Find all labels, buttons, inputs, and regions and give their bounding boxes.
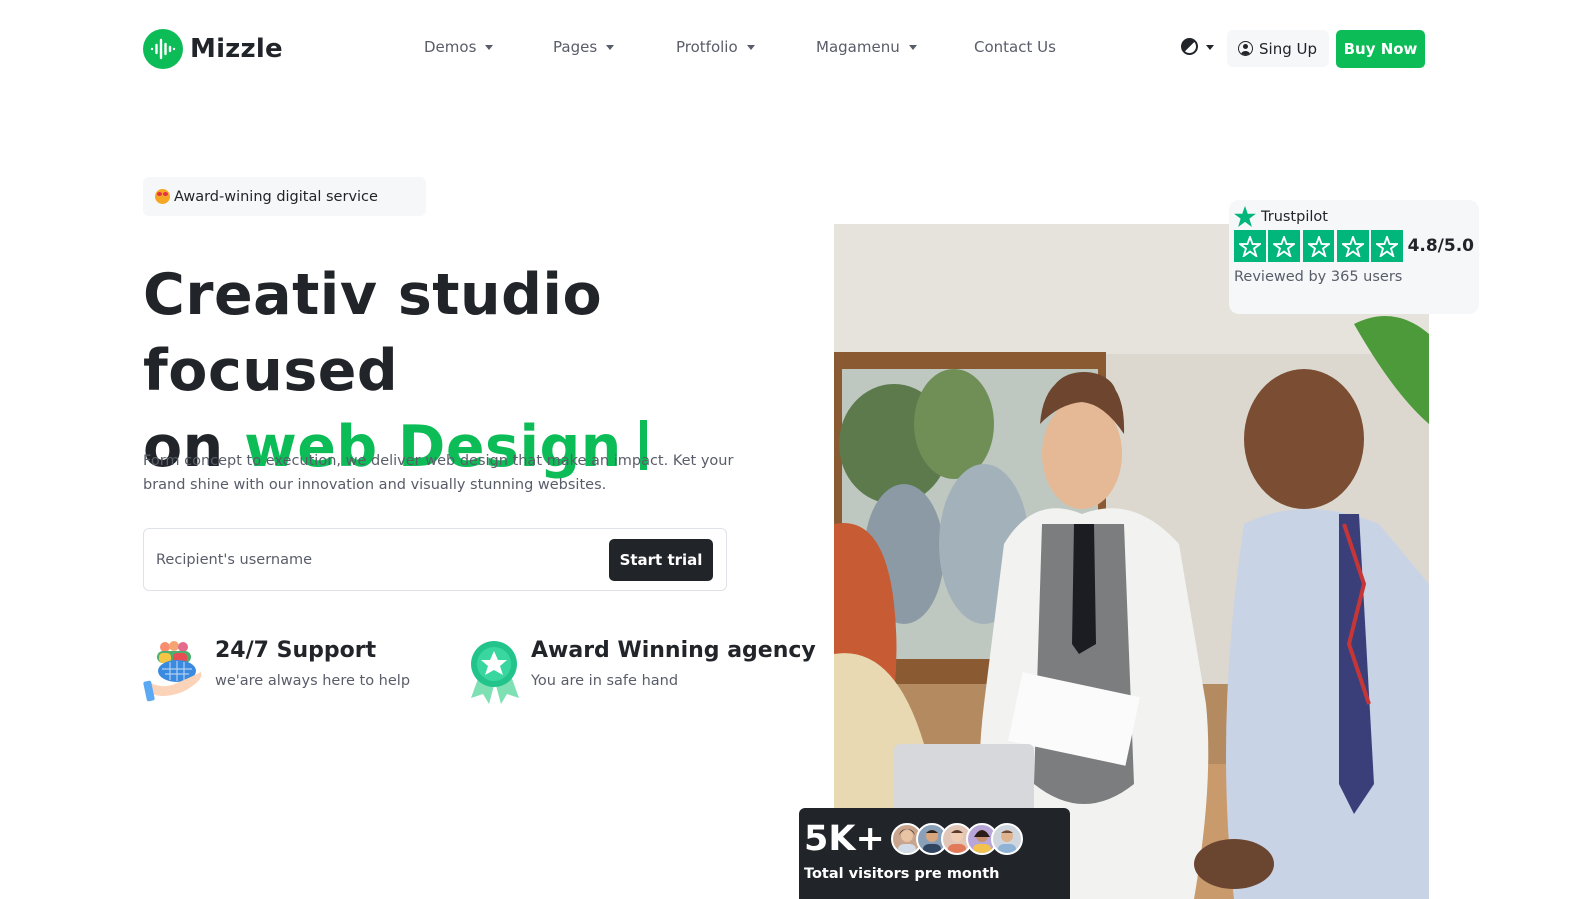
star-eyes-emoji-icon — [155, 189, 170, 204]
star-icon — [1234, 230, 1266, 262]
theme-toggle[interactable] — [1181, 38, 1214, 55]
trial-form: Start trial — [143, 528, 727, 591]
user-icon — [1238, 41, 1253, 56]
award-badge-icon — [463, 638, 527, 704]
caret-down-icon — [1206, 44, 1214, 50]
support-hand-icon — [143, 638, 207, 702]
trustpilot-card: Trustpilot 4.8/5.0 Reviewed by 365 users — [1229, 200, 1479, 314]
star-icon — [1302, 230, 1335, 262]
signup-label: Sing Up — [1259, 39, 1317, 58]
trustpilot-header: Trustpilot — [1234, 206, 1474, 227]
feature-title: Award Winning agency — [531, 638, 816, 663]
buy-now-button[interactable]: Buy Now — [1336, 30, 1425, 68]
feature-subtitle: we'are always here to help — [215, 673, 411, 689]
feature-title: 24/7 Support — [215, 638, 377, 663]
avatar-group — [890, 823, 1023, 855]
nav-item-demos[interactable]: Demos — [424, 38, 494, 56]
nav-item-label: Protfolio — [676, 38, 738, 56]
half-circle-contrast-icon — [1181, 38, 1198, 55]
caret-down-icon — [606, 45, 615, 50]
nav-item-portfolio[interactable]: Protfolio — [676, 38, 755, 56]
nav-item-pages[interactable]: Pages — [553, 38, 615, 56]
award-badge-text: Award-wining digital service — [174, 188, 378, 205]
avatar — [990, 823, 1023, 855]
visitors-count: 5K+ — [804, 819, 885, 859]
caret-down-icon — [908, 45, 917, 50]
signup-button[interactable]: Sing Up — [1227, 30, 1329, 67]
nav-item-label: Pages — [553, 38, 598, 56]
star-icon — [1336, 230, 1369, 262]
nav-item-label: Demos — [424, 38, 477, 56]
trustpilot-rating: 4.8/5.0 — [1407, 236, 1475, 256]
nav-item-label: Contact Us — [974, 38, 1056, 56]
award-badge: Award-wining digital service — [143, 177, 426, 216]
feature-award: Award Winning agency You are in safe han… — [463, 638, 816, 704]
hero-description: Form concept to execution, we deliver we… — [143, 453, 734, 493]
trustpilot-star-icon — [1234, 206, 1256, 227]
caret-down-icon — [746, 45, 755, 50]
visitors-label: Total visitors pre month — [804, 866, 1000, 882]
trustpilot-reviewed: Reviewed by 365 users — [1234, 269, 1403, 285]
visitors-card: 5K+ Total visitors pre month — [799, 808, 1070, 899]
star-icon — [1268, 230, 1301, 262]
hero-title-line1: Creativ studio focused — [143, 262, 603, 404]
caret-down-icon — [485, 45, 494, 50]
nav-item-label: Magamenu — [816, 38, 900, 56]
start-trial-button[interactable]: Start trial — [609, 538, 713, 581]
trustpilot-brand: Trustpilot — [1261, 208, 1328, 225]
feature-support: 24/7 Support we'are always here to help — [143, 638, 410, 702]
hero-team-photo — [834, 224, 1429, 899]
username-input[interactable] — [156, 551, 609, 568]
trustpilot-stars: 4.8/5.0 — [1234, 230, 1474, 262]
star-icon — [1371, 230, 1404, 262]
nav-item-contact[interactable]: Contact Us — [974, 38, 1056, 56]
feature-subtitle: You are in safe hand — [531, 673, 679, 689]
nav-item-megamenu[interactable]: Magamenu — [816, 38, 917, 56]
